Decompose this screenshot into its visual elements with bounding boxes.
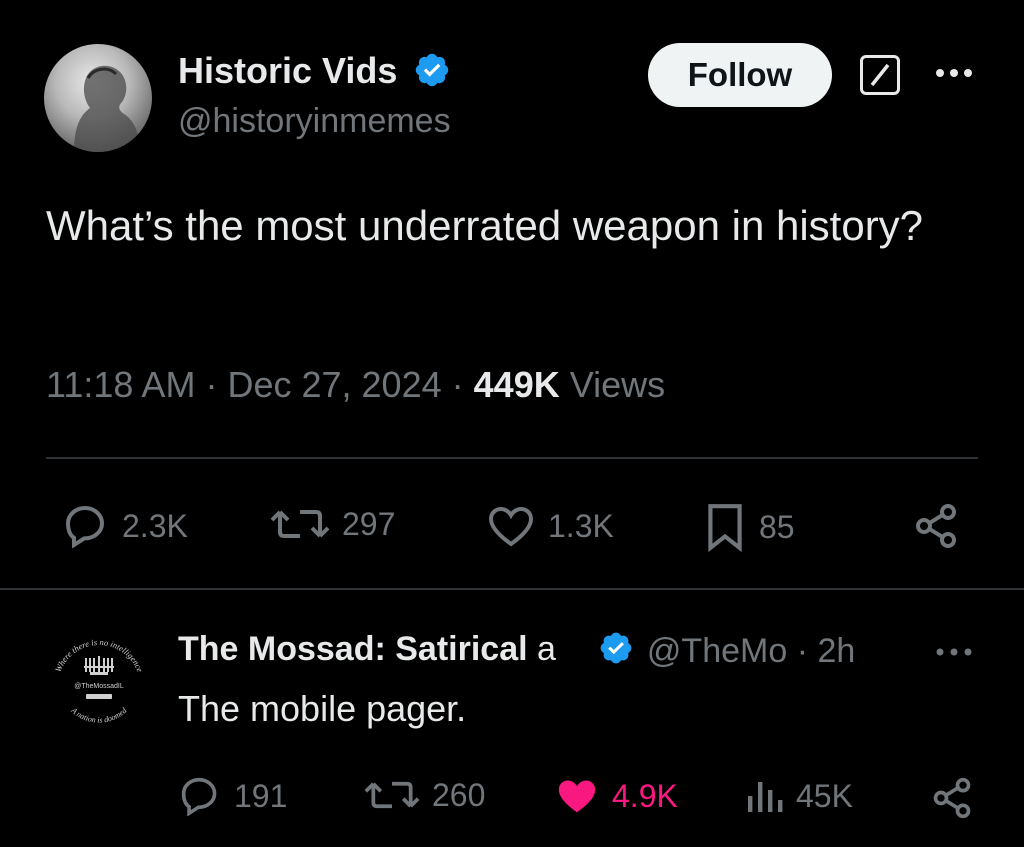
bookmark-count: 85 (759, 508, 795, 545)
divider (0, 588, 1024, 590)
reply-reply-action[interactable]: 191 (178, 776, 287, 816)
avatar-handle-text: @TheMossadIL (74, 683, 124, 690)
reply-share-icon[interactable] (930, 776, 974, 825)
verified-badge-icon (416, 53, 449, 87)
reply-like-count: 4.9K (612, 777, 678, 814)
reply-icon (181, 777, 217, 816)
reply-separator: · (796, 632, 809, 670)
reply-author-name-wrap[interactable]: The Mossad: Satirical a (178, 630, 606, 669)
more-options-icon[interactable] (934, 58, 974, 88)
meta-separator: · (205, 364, 218, 405)
like-count: 1.3K (548, 507, 614, 544)
repost-count: 297 (342, 505, 396, 542)
reply-repost-count: 260 (432, 776, 486, 813)
reply-author-name[interactable]: The Mossad: Satirical (178, 630, 528, 668)
bookmark-action[interactable]: 85 (703, 502, 795, 552)
reply-more-options-icon[interactable] (934, 637, 974, 667)
reply-icon (65, 505, 105, 548)
reply-reply-count: 191 (234, 777, 288, 814)
author-avatar[interactable] (44, 44, 152, 152)
analytics-icon (748, 782, 783, 812)
reply-views-action[interactable]: 45K (744, 776, 853, 816)
share-icon[interactable] (912, 502, 960, 555)
author-name-row[interactable]: Historic Vids (178, 50, 451, 92)
reply-count: 2.3K (122, 507, 188, 544)
repost-icon (364, 781, 420, 809)
grok-icon[interactable] (860, 55, 900, 95)
reply-age[interactable]: 2h (817, 632, 855, 670)
tweet-text: What’s the most underrated weapon in his… (46, 202, 924, 249)
follow-button[interactable]: Follow (648, 43, 832, 107)
reply-author-name-cut: a (537, 630, 556, 668)
like-action[interactable]: 1.3K (486, 504, 614, 548)
meta-separator: · (451, 364, 464, 405)
views-count: 449K (473, 364, 560, 405)
reply-handle[interactable]: @TheMo (647, 632, 787, 670)
tweet-date[interactable]: Dec 27, 2024 (227, 364, 441, 405)
repost-action[interactable]: 297 (270, 504, 395, 544)
author-name[interactable]: Historic Vids (178, 50, 397, 91)
reply-header: The Mossad: Satirical a @TheMo · 2h (178, 630, 978, 674)
heart-filled-icon (558, 780, 596, 813)
reply-text: The mobile pager. (178, 688, 467, 729)
heart-icon (488, 506, 534, 547)
reply-repost-action[interactable]: 260 (364, 776, 485, 814)
reply-avatar[interactable]: Where there is no intelligence @TheMossa… (44, 628, 154, 738)
reply-action[interactable]: 2.3K (62, 504, 188, 548)
reply-views-count: 45K (796, 777, 853, 814)
views-label: Views (569, 364, 666, 405)
author-handle[interactable]: @historyinmemes (178, 102, 451, 141)
reply-like-action[interactable]: 4.9K (554, 776, 678, 816)
tweet-meta: 11:18 AM · Dec 27, 2024 · 449K Views (46, 364, 665, 406)
repost-icon (270, 510, 330, 538)
verified-badge-icon (601, 632, 632, 664)
bookmark-icon (708, 504, 742, 552)
divider (46, 457, 978, 459)
tweet-time[interactable]: 11:18 AM (46, 364, 195, 405)
